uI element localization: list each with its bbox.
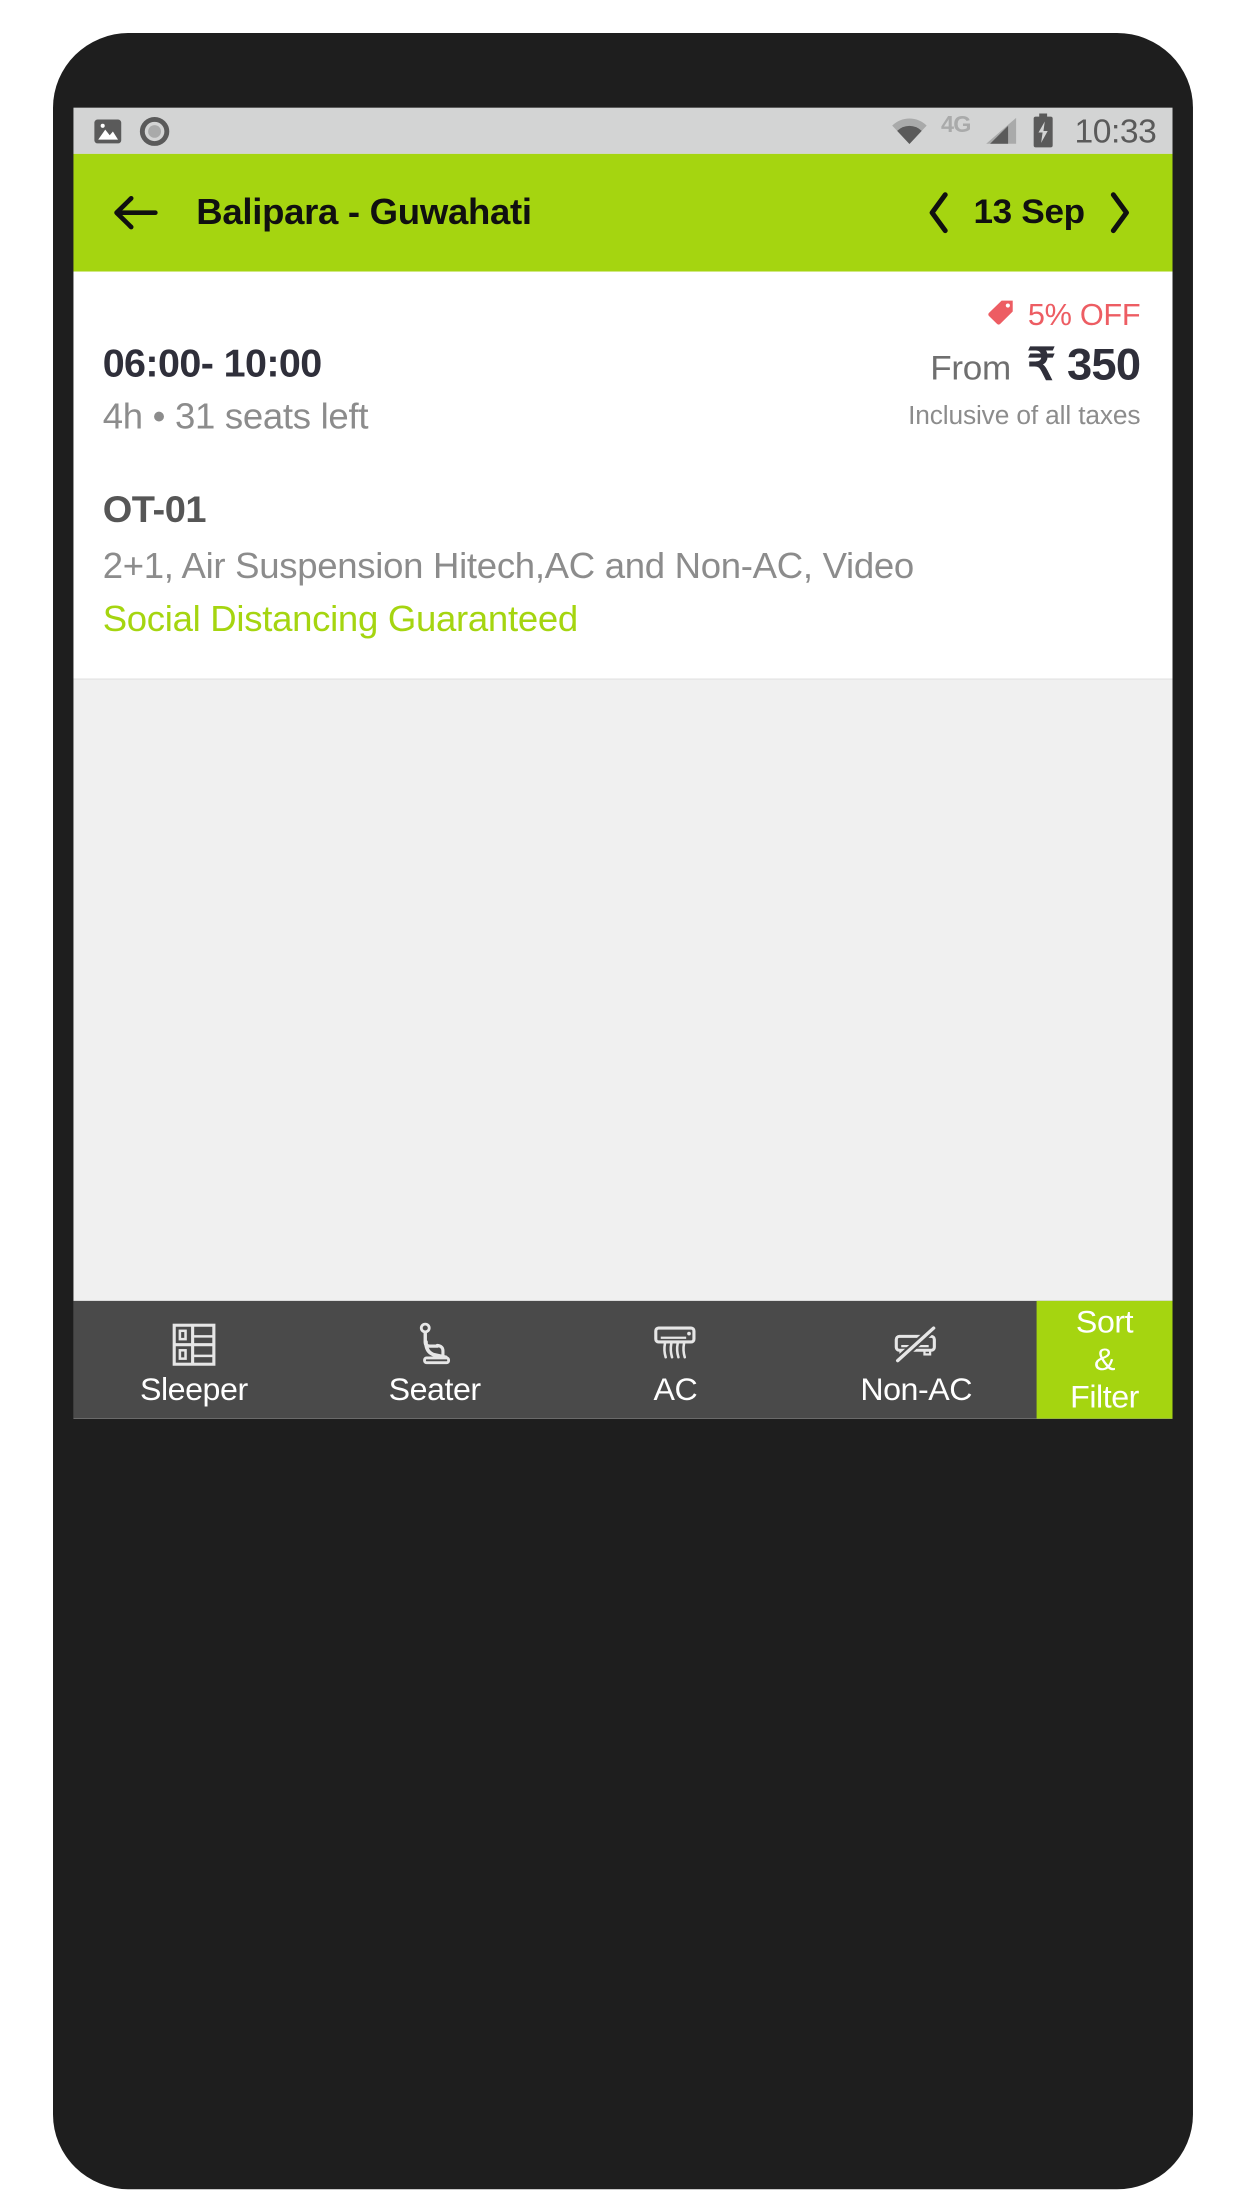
sort-filter-line-2: & <box>1094 1341 1116 1378</box>
bottom-filter-bar: Sleeper Seater AC Non-AC Sort & Filter <box>73 1300 1173 1419</box>
filter-non-ac[interactable]: Non-AC <box>796 1301 1037 1419</box>
status-bar-clock: 10:33 <box>1074 111 1157 149</box>
discount-row: 5% OFF <box>103 298 1141 335</box>
trip-time: 06:00- 10:00 <box>102 342 323 386</box>
app-bar: Balipara - Guwahati 13 Sep <box>73 153 1173 272</box>
phone-screen: 4G 10:33 Balipara - Guwahati 13 Sep 5% O… <box>73 107 1173 1419</box>
filter-seater[interactable]: Seater <box>314 1301 555 1419</box>
social-distancing-note: Social Distancing Guaranteed <box>102 599 579 641</box>
prev-day-button[interactable] <box>915 184 965 242</box>
air-conditioner-icon <box>653 1320 698 1369</box>
air-conditioner-slashed-icon <box>892 1320 940 1369</box>
selected-date-label[interactable]: 13 Sep <box>973 193 1085 233</box>
filter-label: AC <box>653 1370 698 1407</box>
search-results-area: 5% OFF 06:00- 10:00 4h • 31 seats left F… <box>73 271 1173 1419</box>
filter-sleeper[interactable]: Sleeper <box>73 1301 314 1419</box>
status-bar: 4G 10:33 <box>73 107 1173 154</box>
battery-charging-icon <box>1032 113 1054 149</box>
card-fare-info: From ₹ 350 Inclusive of all taxes <box>908 339 1141 432</box>
sort-filter-line-3: Filter <box>1070 1378 1139 1415</box>
discount-label: 5% OFF <box>1027 298 1141 332</box>
filter-ac[interactable]: AC <box>555 1301 796 1419</box>
phone-device-frame: 4G 10:33 Balipara - Guwahati 13 Sep 5% O… <box>53 33 1193 2190</box>
status-bar-left-icons <box>92 114 171 147</box>
card-primary-row: 06:00- 10:00 4h • 31 seats left From ₹ 3… <box>103 339 1141 439</box>
operator-description: 2+1, Air Suspension Hitech,AC and Non-AC… <box>102 546 915 587</box>
price-tag-icon <box>987 299 1015 334</box>
record-icon <box>138 114 172 147</box>
filter-label: Non-AC <box>860 1370 973 1407</box>
next-day-button[interactable] <box>1094 184 1144 242</box>
fare-prefix-label: From <box>930 349 1011 389</box>
sort-filter-line-1: Sort <box>1075 1303 1134 1340</box>
sleeper-berth-icon <box>171 1320 216 1369</box>
sort-and-filter-button[interactable]: Sort & Filter <box>1036 1300 1173 1419</box>
fare-line: From ₹ 350 <box>908 339 1141 390</box>
bus-result-card[interactable]: 5% OFF 06:00- 10:00 4h • 31 seats left F… <box>73 271 1173 681</box>
status-bar-right-icons: 4G 10:33 <box>890 111 1157 150</box>
trip-duration-seats: 4h • 31 seats left <box>102 397 369 438</box>
card-trip-info: 06:00- 10:00 4h • 31 seats left <box>103 341 908 439</box>
seat-icon <box>414 1320 455 1369</box>
date-navigator: 13 Sep <box>915 184 1143 242</box>
page-title: Balipara - Guwahati <box>196 191 532 233</box>
back-button[interactable] <box>107 184 165 242</box>
network-type-label: 4G <box>940 113 971 138</box>
filter-label: Seater <box>388 1370 482 1407</box>
operator-name: OT-01 <box>102 487 207 531</box>
signal-icon <box>984 116 1019 145</box>
filter-label: Sleeper <box>139 1370 248 1407</box>
status-badge: 5% OFF <box>987 298 1141 334</box>
image-icon <box>92 116 123 146</box>
fare-tax-note: Inclusive of all taxes <box>908 401 1141 430</box>
wifi-icon <box>890 116 928 145</box>
fare-amount: ₹ 350 <box>1026 339 1141 390</box>
